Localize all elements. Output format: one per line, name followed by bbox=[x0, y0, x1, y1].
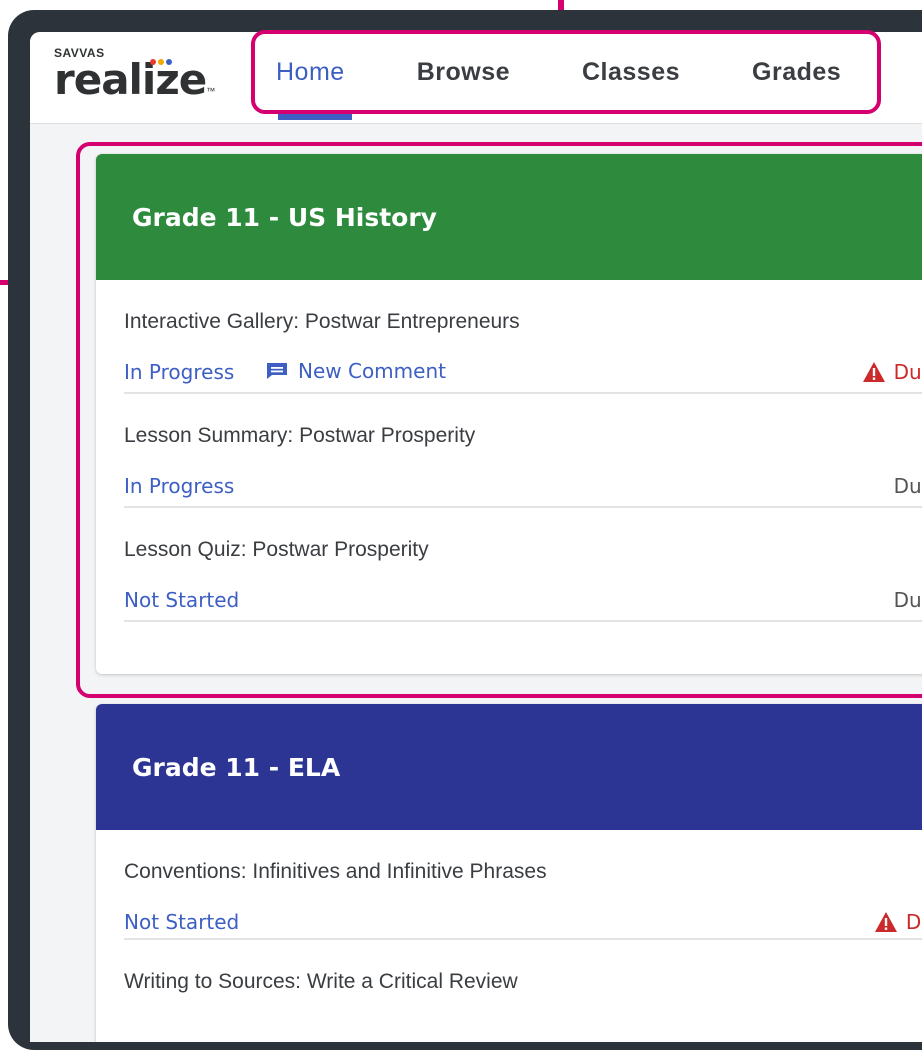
device-frame: SAVVAS realize™ Home Browse Classes Grad… bbox=[8, 10, 922, 1050]
logo-tm: ™ bbox=[206, 86, 216, 96]
class-card-highlight bbox=[76, 142, 922, 698]
assignment-status: Not Started bbox=[124, 910, 240, 934]
nav-highlight-box bbox=[251, 30, 881, 114]
logo-brand-main: realize bbox=[54, 55, 207, 104]
warning-icon bbox=[874, 912, 897, 932]
assignment-item[interactable]: Conventions: Infinitives and Infinitive … bbox=[124, 830, 922, 940]
class-title: Grade 11 - ELA bbox=[132, 752, 341, 782]
savvas-realize-logo[interactable]: SAVVAS realize™ bbox=[54, 46, 216, 101]
app-screen: SAVVAS realize™ Home Browse Classes Grad… bbox=[30, 32, 922, 1042]
due-label: Du bbox=[905, 910, 922, 934]
class-card-ela: Grade 11 - ELA Conventions: Infinitives … bbox=[96, 704, 922, 1042]
due-date-overdue: Du bbox=[874, 910, 922, 934]
class-card-header[interactable]: Grade 11 - ELA bbox=[96, 704, 922, 830]
assignment-item[interactable]: Writing to Sources: Write a Critical Rev… bbox=[124, 940, 922, 1042]
logo-dots-icon bbox=[150, 52, 174, 70]
assignment-title[interactable]: Writing to Sources: Write a Critical Rev… bbox=[124, 970, 518, 994]
assignment-title[interactable]: Conventions: Infinitives and Infinitive … bbox=[124, 860, 547, 884]
nav-active-indicator bbox=[278, 114, 352, 120]
